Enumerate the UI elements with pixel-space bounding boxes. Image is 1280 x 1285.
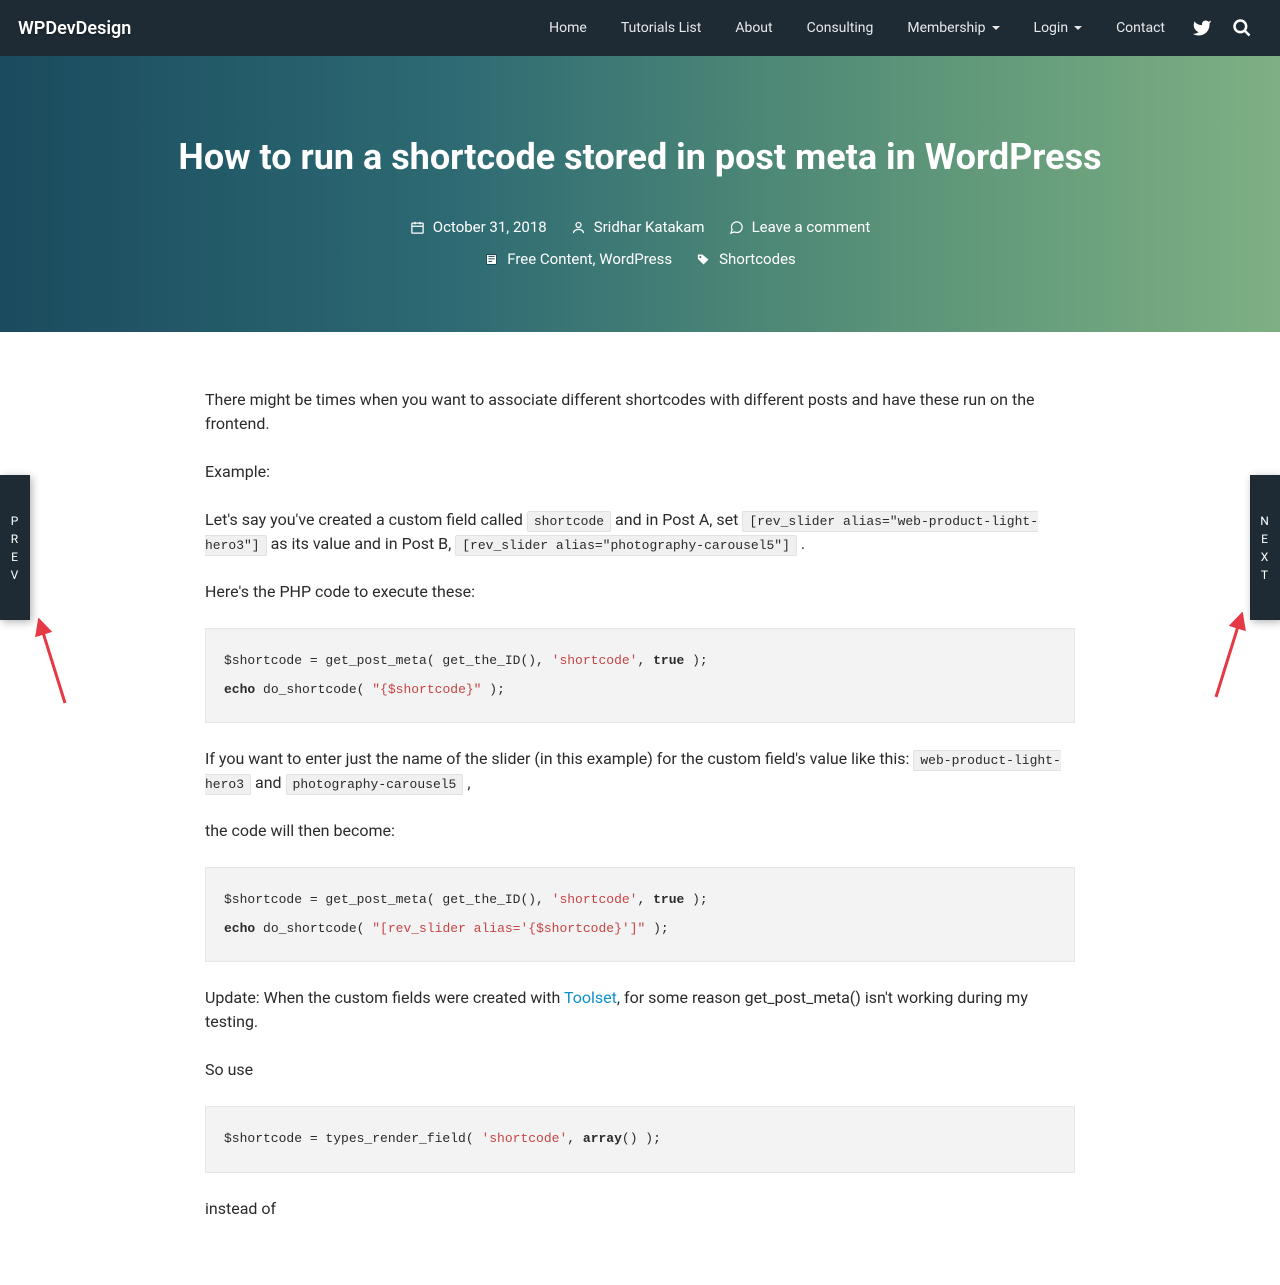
navbar: WPDevDesign Home Tutorials List About Co… [0,0,1280,56]
brand-logo[interactable]: WPDevDesign [18,18,131,39]
nav-login[interactable]: Login [1034,0,1083,56]
tag-icon [696,252,711,267]
inline-code: [rev_slider alias="photography-carousel5… [455,535,797,556]
paragraph: Here's the PHP code to execute these: [205,580,1075,604]
comment-icon [729,220,744,235]
annotation-arrow-left [35,618,75,708]
next-label: N E X T [1260,512,1270,584]
hero: How to run a shortcode stored in post me… [0,56,1280,332]
paragraph: the code will then become: [205,819,1075,843]
meta-row-2: Free Content, WordPress Shortcodes [20,250,1260,268]
twitter-icon[interactable] [1182,18,1222,38]
paragraph: If you want to enter just the name of th… [205,747,1075,795]
paragraph: Let's say you've created a custom field … [205,508,1075,556]
annotation-arrow-right [1208,612,1248,702]
nav-home[interactable]: Home [549,0,587,56]
nav-about[interactable]: About [735,0,772,56]
meta-comments[interactable]: Leave a comment [729,218,871,236]
comment-link-text: Leave a comment [752,218,871,236]
paragraph: Example: [205,460,1075,484]
nav-contact[interactable]: Contact [1116,0,1165,56]
paragraph: There might be times when you want to as… [205,388,1075,436]
navbar-right: Home Tutorials List About Consulting Mem… [532,0,1262,56]
code-block: $shortcode = get_post_meta( get_the_ID()… [205,628,1075,723]
inline-code: shortcode [527,511,611,532]
page-title: How to run a shortcode stored in post me… [20,136,1260,178]
meta-author[interactable]: Sridhar Katakam [571,218,705,236]
paragraph: So use [205,1058,1075,1082]
nav-membership[interactable]: Membership [907,0,999,56]
meta-date: October 31, 2018 [410,218,547,236]
code-block: $shortcode = get_post_meta( get_the_ID()… [205,867,1075,962]
paragraph: instead of [205,1197,1075,1221]
meta-tags[interactable]: Shortcodes [696,250,796,268]
calendar-icon [410,220,425,235]
chevron-down-icon [1074,26,1082,30]
person-icon [571,220,586,235]
nav-tutorials[interactable]: Tutorials List [621,0,701,56]
chevron-down-icon [992,26,1000,30]
meta-categories[interactable]: Free Content, WordPress [484,250,672,268]
code-block: $shortcode = types_render_field( 'shortc… [205,1106,1075,1173]
search-icon[interactable] [1222,18,1262,38]
date-text: October 31, 2018 [433,218,547,236]
book-icon [484,252,499,267]
prev-nav[interactable]: P R E V [0,475,30,620]
article-content: There might be times when you want to as… [185,332,1095,1285]
categories-text: Free Content, WordPress [507,250,672,268]
prev-label: P R E V [11,512,20,584]
next-nav[interactable]: N E X T [1250,475,1280,620]
nav-consulting[interactable]: Consulting [807,0,874,56]
inline-code: photography-carousel5 [286,774,464,795]
toolset-link[interactable]: Toolset [564,988,617,1007]
author-text: Sridhar Katakam [594,218,705,236]
paragraph: Update: When the custom fields were crea… [205,986,1075,1034]
tags-text: Shortcodes [719,250,796,268]
meta-row-1: October 31, 2018 Sridhar Katakam Leave a… [20,218,1260,236]
nav-links: Home Tutorials List About Consulting Mem… [532,0,1182,56]
